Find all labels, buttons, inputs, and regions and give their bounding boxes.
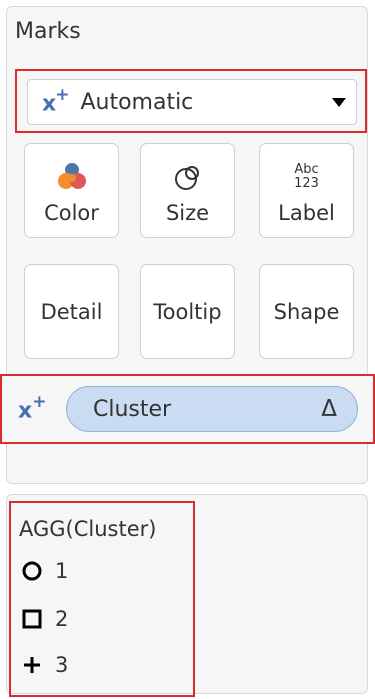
legend-item-label: 3	[55, 653, 69, 677]
delta-icon: Δ	[321, 396, 337, 422]
tooltip-button[interactable]: Tooltip	[140, 264, 235, 359]
legend-item-label: 1	[55, 559, 69, 583]
x-plus-icon: x+	[42, 85, 69, 117]
mark-type-highlight: x+ Automatic	[15, 69, 367, 133]
cluster-pill[interactable]: Cluster Δ	[66, 386, 358, 432]
abc-123-text-icon: Abc 123	[294, 161, 319, 191]
x-plus-icon[interactable]: x+	[18, 392, 46, 423]
size-circles-icon	[168, 157, 208, 197]
plus-shape-icon	[24, 657, 40, 673]
mark-type-dropdown[interactable]: x+ Automatic	[27, 79, 357, 125]
detail-button[interactable]: Detail	[24, 264, 119, 359]
square-shape-icon	[22, 609, 42, 629]
color-palette-icon	[52, 157, 92, 197]
shape-label: Shape	[273, 299, 340, 324]
legend-item[interactable]: 2	[21, 607, 68, 631]
legend-highlight: AGG(Cluster) 1 2 3	[9, 501, 195, 697]
marks-title: Marks	[15, 19, 81, 44]
tooltip-label: Tooltip	[153, 299, 222, 324]
legend-item[interactable]: 1	[21, 559, 68, 583]
color-button[interactable]: Color	[24, 143, 119, 238]
cluster-pill-label: Cluster	[93, 396, 172, 422]
circle-shape-icon	[22, 561, 42, 581]
legend-title: AGG(Cluster)	[19, 517, 157, 541]
mark-field-row-highlight: x+ Cluster Δ	[0, 374, 375, 444]
label-label: Label	[278, 200, 335, 225]
legend-item[interactable]: 3	[21, 653, 68, 677]
legend-item-label: 2	[55, 607, 69, 631]
color-label: Color	[44, 200, 99, 225]
size-label: Size	[165, 200, 210, 225]
size-button[interactable]: Size	[140, 143, 235, 238]
label-button[interactable]: Abc 123 Label	[259, 143, 354, 238]
shape-legend-card: AGG(Cluster) 1 2 3	[6, 494, 368, 697]
mark-type-label: Automatic	[80, 89, 194, 115]
detail-label: Detail	[40, 299, 103, 324]
shape-button[interactable]: Shape	[259, 264, 354, 359]
dropdown-arrow-icon[interactable]	[332, 98, 346, 107]
